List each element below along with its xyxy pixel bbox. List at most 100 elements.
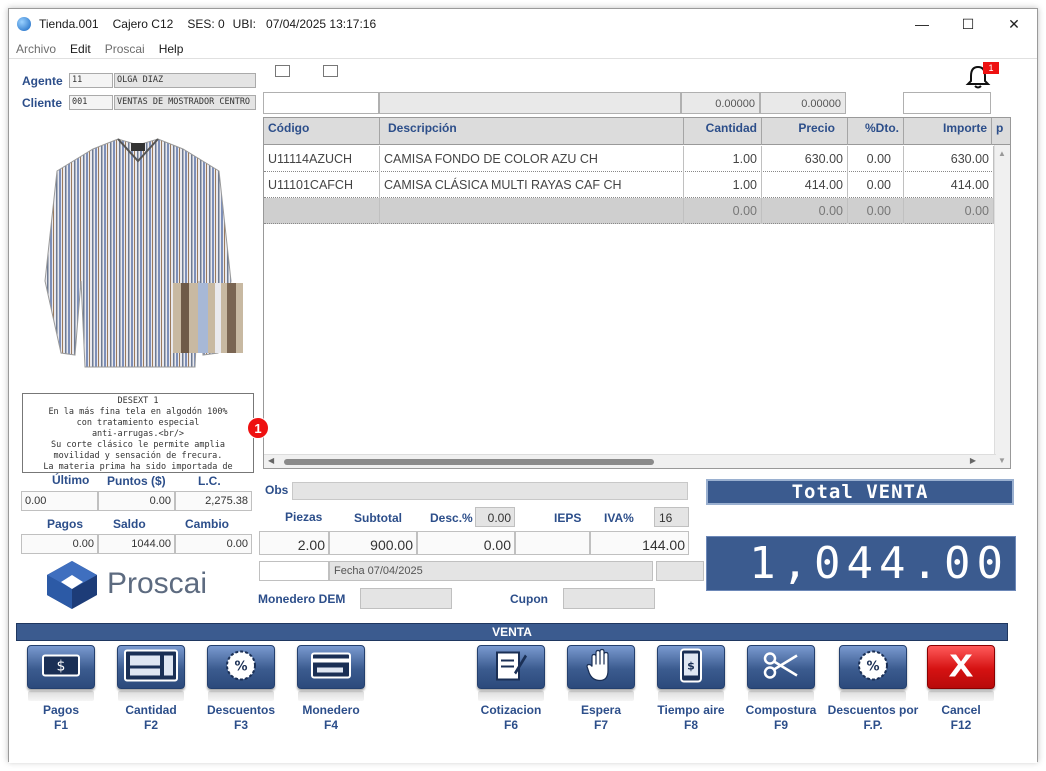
compostura-label-text: Compostura [745, 703, 817, 717]
title-session: SES: 0 [187, 17, 225, 31]
piezas-value: 2.00 [259, 531, 329, 555]
desc-pct-field[interactable]: 0.00 [475, 507, 515, 527]
menu-proscai[interactable]: Proscai [105, 42, 145, 56]
pos-window: Tienda.001 Cajero C12 SES: 0 UBI: 07/04/… [8, 8, 1038, 763]
espera-f7-button[interactable]: Espera F7 [564, 645, 638, 733]
monedero-field[interactable] [360, 588, 452, 609]
cantidad-f2-button[interactable]: Cantidad F2 [114, 645, 188, 733]
horizontal-scrollbar[interactable]: ◀ ▶ [264, 454, 996, 468]
cell-importe: 0.00 [904, 198, 994, 224]
cell-dto: 0.00 [848, 146, 904, 172]
cupon-field[interactable] [563, 588, 655, 609]
lc-label: L.C. [198, 474, 221, 488]
table-row[interactable]: U11101CAFCH CAMISA CLÁSICA MULTI RAYAS C… [264, 172, 994, 198]
monedero-label: Monedero DEM [258, 592, 346, 606]
cotizacion-label-text: Cotizacion [480, 703, 542, 717]
scan-input[interactable] [263, 92, 379, 114]
descuentos-fp-button[interactable]: % Descuentos por F.P. [827, 645, 919, 733]
title-cashier: Cajero C12 [112, 17, 174, 31]
col-p[interactable]: p [992, 118, 1010, 145]
minimize-button[interactable]: — [899, 9, 945, 39]
desc-line: En la más fina tela en algodón 100% [48, 407, 228, 417]
monedero-f4-button[interactable]: Monedero F4 [294, 645, 368, 733]
menu-edit[interactable]: Edit [70, 42, 91, 56]
notifications-bell-icon[interactable]: 1 [964, 62, 999, 91]
tiempo-aire-f8-button[interactable]: $ Tiempo aire F8 [654, 645, 728, 733]
descuentos-label-text: Descuentos [206, 703, 276, 717]
quote-edit-icon [494, 649, 528, 686]
pagos-value: 0.00 [21, 534, 98, 554]
vertical-scrollbar[interactable]: ▲ ▼ [994, 145, 1010, 468]
close-button[interactable]: ✕ [991, 9, 1037, 39]
f3-key-text: F3 [233, 718, 248, 732]
pagos-label-text: Pagos [42, 703, 79, 717]
scroll-up-icon[interactable]: ▲ [998, 149, 1006, 158]
scroll-right-icon[interactable]: ▶ [970, 456, 976, 465]
notification-count: 1 [983, 62, 999, 74]
cell-codigo: U11114AZUCH [264, 146, 380, 172]
col-importe[interactable]: Importe [904, 118, 992, 145]
svg-text:$: $ [57, 659, 66, 675]
f9-key-text: F9 [773, 718, 788, 732]
scissors-icon [763, 652, 799, 683]
table-row-new[interactable]: 0.00 0.00 0.00 0.00 [264, 198, 994, 224]
menu-archivo[interactable]: Archivo [16, 42, 56, 56]
espera-label-text: Espera [580, 703, 622, 717]
col-codigo[interactable]: Código [264, 118, 380, 145]
col-descripcion[interactable]: Descripción [380, 118, 684, 145]
f7-key-text: F7 [593, 718, 608, 732]
iva-value: 144.00 [590, 531, 689, 555]
total-venta-label: Total VENTA [706, 479, 1014, 505]
monedero-label-text: Monedero [302, 703, 360, 717]
pagos-label: Pagos [47, 517, 84, 531]
extra-input[interactable] [903, 92, 991, 114]
title-ubi: UBI: [232, 17, 257, 31]
desc-label: Desc.% [430, 511, 473, 525]
cash-icon: $ [42, 654, 80, 680]
cliente-code-field[interactable]: 001 [69, 95, 113, 110]
card-icon [311, 652, 351, 682]
table-row[interactable]: U11114AZUCH CAMISA FONDO DE COLOR AZU CH… [264, 146, 994, 172]
cancel-x-icon [946, 653, 976, 682]
agente-code-field[interactable]: 11 [69, 73, 113, 88]
venta-mode-bar: VENTA [16, 623, 1008, 641]
maximize-button[interactable]: ☐ [945, 9, 991, 39]
cell-descripcion: CAMISA FONDO DE COLOR AZU CH [380, 146, 684, 172]
aux-field-2 [656, 561, 704, 581]
f4-key-text: F4 [323, 718, 338, 732]
items-table: Código Descripción Cantidad Precio %Dto.… [263, 117, 1011, 469]
tiempo-aire-label-text: Tiempo aire [657, 703, 725, 717]
scroll-left-icon[interactable]: ◀ [268, 456, 274, 465]
scroll-down-icon[interactable]: ▼ [998, 456, 1006, 465]
cancel-f12-button[interactable]: Cancel F12 [924, 645, 998, 733]
menu-help[interactable]: Help [159, 42, 184, 56]
col-dto[interactable]: %Dto. [848, 118, 904, 145]
scroll-thumb[interactable] [284, 459, 654, 465]
option-checkbox-1[interactable] [275, 65, 290, 77]
pagos-f1-button[interactable]: $ Pagos F1 [24, 645, 98, 733]
obs-field[interactable] [292, 482, 688, 500]
subtotal-value: 900.00 [329, 531, 417, 555]
title-datetime: 07/04/2025 13:17:16 [266, 17, 377, 31]
cell-codigo [264, 198, 380, 224]
aux-field[interactable] [259, 561, 329, 581]
iva-pct-field[interactable]: 16 [654, 507, 689, 527]
col-precio[interactable]: Precio [762, 118, 848, 145]
cell-precio: 0.00 [762, 198, 848, 224]
description-badge[interactable]: 1 [247, 417, 269, 439]
agente-name-field: OLGA DIAZ [114, 73, 256, 88]
cell-dto: 0.00 [848, 198, 904, 224]
fecha-field: Fecha 07/04/2025 [329, 561, 653, 581]
cell-cantidad: 1.00 [684, 172, 762, 198]
desc-line: movilidad y sensación de frecura. [53, 451, 223, 461]
descuentos-f3-button[interactable]: % Descuentos F3 [204, 645, 278, 733]
table-header: Código Descripción Cantidad Precio %Dto.… [264, 118, 1010, 145]
col-cantidad[interactable]: Cantidad [684, 118, 762, 145]
iva-label: IVA% [604, 511, 634, 525]
f12-key-text: F12 [950, 718, 972, 732]
option-checkbox-2[interactable] [323, 65, 338, 77]
cotizacion-f6-button[interactable]: Cotizacion F6 [474, 645, 548, 733]
compostura-f9-button[interactable]: Compostura F9 [744, 645, 818, 733]
title-bar: Tienda.001 Cajero C12 SES: 0 UBI: 07/04/… [9, 9, 1037, 39]
f8-key-text: F8 [683, 718, 698, 732]
